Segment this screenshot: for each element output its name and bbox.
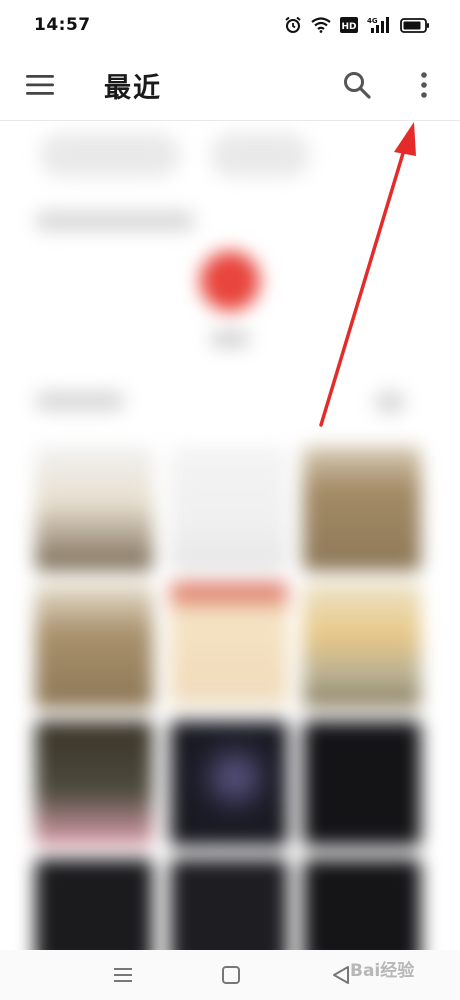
battery-icon bbox=[400, 17, 429, 33]
photo-thumbnail bbox=[35, 583, 153, 708]
alarm-icon bbox=[285, 16, 301, 33]
status-icons: HD 4G bbox=[284, 16, 430, 34]
photo-thumbnail bbox=[303, 859, 421, 950]
label-placeholder bbox=[210, 331, 250, 347]
photo-thumbnail bbox=[303, 583, 421, 708]
app-bar: 最近 bbox=[0, 50, 460, 121]
photo-thumbnail bbox=[35, 721, 153, 846]
more-vert-icon[interactable] bbox=[412, 70, 436, 100]
wifi-icon bbox=[311, 17, 331, 33]
watermark-text: Bai经验 bbox=[350, 961, 415, 981]
photo-thumbnail bbox=[303, 446, 421, 571]
red-circle-placeholder bbox=[200, 251, 260, 311]
hd-icon: HD bbox=[340, 17, 358, 33]
photo-thumbnail bbox=[170, 583, 288, 708]
search-icon[interactable] bbox=[342, 70, 372, 100]
recents-menu-icon[interactable] bbox=[108, 960, 138, 990]
status-time: 14:57 bbox=[34, 15, 91, 35]
photo-thumbnail bbox=[170, 446, 288, 571]
menu-icon[interactable] bbox=[26, 73, 54, 97]
section-header-placeholder bbox=[35, 391, 125, 411]
photo-thumbnail bbox=[35, 446, 153, 571]
photo-thumbnail bbox=[35, 859, 153, 950]
filter-chip bbox=[210, 133, 310, 177]
photo-thumbnail bbox=[303, 721, 421, 846]
blurred-content bbox=[0, 121, 460, 950]
photo-thumbnail bbox=[170, 859, 288, 950]
page-title: 最近 bbox=[104, 73, 162, 104]
hd-label: HD bbox=[341, 22, 356, 32]
network-label: 4G bbox=[367, 17, 378, 25]
blurred-content-layer bbox=[0, 121, 460, 950]
section-header-placeholder bbox=[35, 211, 195, 231]
photo-thumbnail bbox=[170, 721, 288, 846]
section-action-placeholder bbox=[375, 391, 405, 413]
home-square-icon[interactable] bbox=[216, 960, 246, 990]
filter-chip bbox=[40, 133, 180, 177]
status-bar: 14:57 HD 4G bbox=[0, 0, 460, 50]
signal-4g-icon: 4G bbox=[367, 17, 389, 33]
